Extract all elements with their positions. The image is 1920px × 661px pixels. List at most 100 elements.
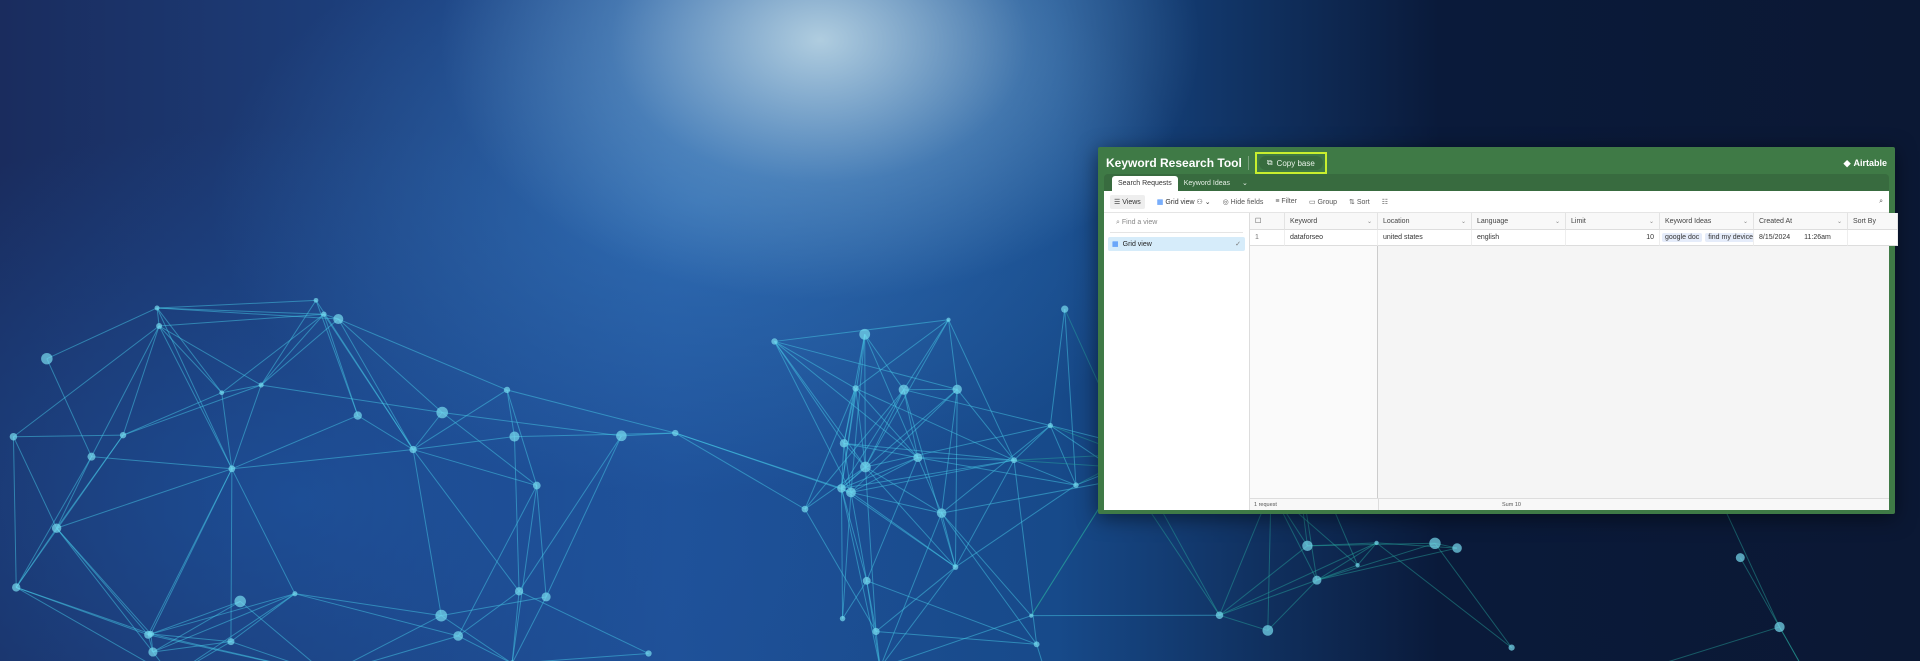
view-name: Grid view xyxy=(1165,198,1195,206)
column-header-language[interactable]: Language ⌄ xyxy=(1472,213,1566,230)
network-line xyxy=(156,307,223,394)
row-height-icon[interactable]: ☷ xyxy=(1382,198,1388,206)
network-node xyxy=(9,432,18,441)
network-line xyxy=(13,325,160,438)
cell-limit[interactable]: 10 xyxy=(1566,230,1660,246)
collaborators-icon: ⚇ xyxy=(1196,198,1203,206)
network-line xyxy=(12,436,17,588)
network-node xyxy=(321,311,327,317)
network-line xyxy=(147,468,233,636)
network-line xyxy=(1668,626,1780,661)
copy-base-button[interactable]: ⧉ Copy base xyxy=(1254,152,1327,174)
network-node xyxy=(616,430,627,442)
cell-location[interactable]: united states xyxy=(1378,230,1472,246)
limit-sum[interactable]: Sum 10 xyxy=(1502,502,1521,508)
network-node xyxy=(292,591,298,597)
cell-created-at[interactable]: 8/15/2024 11:26am xyxy=(1754,230,1848,246)
network-node xyxy=(503,386,511,394)
column-header-keyword[interactable]: Keyword ⌄ xyxy=(1285,213,1378,230)
network-line xyxy=(518,590,649,654)
network-line xyxy=(675,432,806,510)
network-line xyxy=(56,456,92,529)
network-node xyxy=(1429,537,1441,550)
network-line xyxy=(841,487,956,568)
network-line xyxy=(441,596,547,617)
tab-search-requests[interactable]: Search Requests xyxy=(1112,176,1178,191)
network-node xyxy=(1355,562,1360,568)
grid-icon: ▦ xyxy=(1156,198,1164,206)
network-node xyxy=(541,592,551,602)
select-all-checkbox[interactable]: ☐ xyxy=(1250,213,1285,230)
cell-keyword-ideas[interactable]: google doc find my device xyxy=(1660,230,1754,246)
network-line xyxy=(46,307,158,360)
network-node xyxy=(156,323,163,329)
tab-keyword-ideas[interactable]: Keyword Ideas xyxy=(1178,176,1236,191)
network-node xyxy=(1047,422,1053,429)
network-line xyxy=(221,384,262,394)
network-node xyxy=(435,609,448,622)
network-line xyxy=(457,590,520,637)
hide-fields-button[interactable]: ◎ Hide fields xyxy=(1223,198,1264,206)
network-node xyxy=(1029,613,1034,618)
network-node xyxy=(436,406,448,419)
network-line xyxy=(412,412,443,450)
column-header-location[interactable]: Location ⌄ xyxy=(1378,213,1472,230)
network-line xyxy=(1316,542,1377,581)
network-node xyxy=(946,317,951,322)
network-line xyxy=(122,384,262,436)
network-line xyxy=(122,392,222,436)
column-header-keyword-ideas[interactable]: Keyword Ideas ⌄ xyxy=(1660,213,1754,230)
network-line xyxy=(230,641,290,661)
network-node xyxy=(898,384,909,395)
cell-keyword[interactable]: dataforseo xyxy=(1285,230,1378,246)
network-line xyxy=(1434,543,1513,648)
column-header-created-at[interactable]: Created At ⌄ xyxy=(1754,213,1848,230)
sidebar-item-grid-view[interactable]: ▦ Grid view ✓ xyxy=(1108,237,1245,251)
network-line xyxy=(875,630,1037,645)
find-view-input[interactable]: ⌕ Find a view xyxy=(1110,219,1243,233)
network-line xyxy=(56,434,124,529)
network-line xyxy=(260,313,325,386)
cell-sort-by[interactable] xyxy=(1848,230,1898,246)
network-line xyxy=(442,412,622,437)
sort-button[interactable]: ⇅ Sort xyxy=(1349,198,1370,206)
network-node xyxy=(1735,553,1745,563)
base-title: Keyword Research Tool xyxy=(1106,156,1242,170)
network-line xyxy=(230,468,233,642)
group-label: Group xyxy=(1317,198,1338,206)
network-node xyxy=(148,647,158,657)
column-header-limit[interactable]: Limit ⌄ xyxy=(1566,213,1660,230)
group-button[interactable]: ▭ Group xyxy=(1309,198,1337,206)
network-node xyxy=(1011,457,1018,464)
brand-label: Airtable xyxy=(1853,158,1887,168)
network-line xyxy=(457,635,509,661)
network-node xyxy=(228,465,236,473)
network-node xyxy=(154,305,160,311)
network-line xyxy=(1013,460,1038,645)
network-node xyxy=(1302,540,1313,552)
network-node xyxy=(409,445,417,454)
network-line xyxy=(840,488,880,661)
network-line xyxy=(864,333,905,390)
chevron-down-icon: ⌄ xyxy=(1554,218,1560,225)
network-node xyxy=(119,431,127,439)
more-tables-chevron-icon[interactable]: ⌄ xyxy=(1236,175,1254,191)
network-node xyxy=(1073,482,1079,488)
view-sidebar: ⌕ Find a view ▦ Grid view ✓ xyxy=(1104,213,1250,510)
network-line xyxy=(56,468,233,529)
network-line xyxy=(412,449,442,616)
network-line xyxy=(1267,579,1318,631)
network-line xyxy=(1357,542,1377,566)
column-header-sort-by[interactable]: Sort By xyxy=(1848,213,1898,230)
network-node xyxy=(51,523,62,533)
network-line xyxy=(884,566,956,661)
network-line xyxy=(855,387,1015,461)
grid-view-switcher[interactable]: ▦ Grid view ⚇ ⌄ xyxy=(1157,198,1211,206)
network-line xyxy=(842,580,868,619)
views-button[interactable]: ☰ Views xyxy=(1110,194,1145,209)
cell-language[interactable]: english xyxy=(1472,230,1566,246)
search-icon[interactable]: ⌕ xyxy=(1879,198,1883,206)
filter-button[interactable]: ≡ Filter xyxy=(1275,198,1297,205)
network-node xyxy=(87,452,96,461)
airtable-logo[interactable]: ◆ Airtable xyxy=(1844,158,1887,169)
